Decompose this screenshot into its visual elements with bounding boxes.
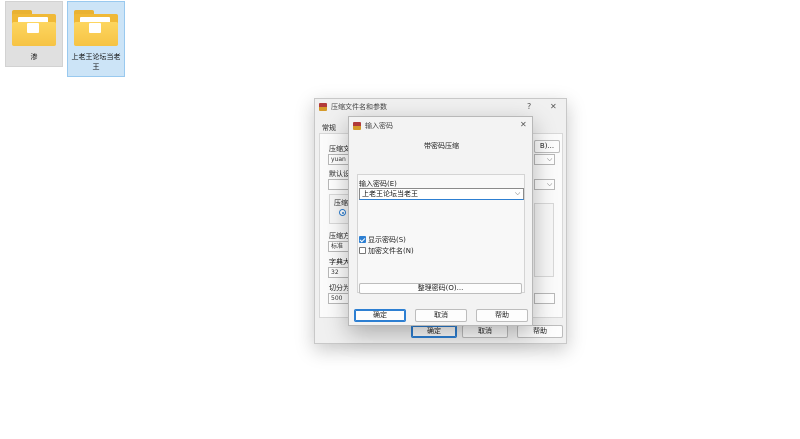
password-dialog-heading: 带密码压缩 — [424, 142, 459, 150]
password-input[interactable]: 上老王论坛当老王 — [359, 188, 524, 200]
format-label: 压缩 — [334, 199, 348, 207]
format-radio[interactable] — [339, 209, 346, 216]
archive-dialog-title: 压缩文件名和参数 — [331, 103, 387, 111]
password-dialog-titlebar: 输入密码 ✕ — [349, 117, 532, 133]
archive-name-label: 压缩文 — [329, 145, 350, 153]
profile-label: 默认设 — [329, 170, 350, 178]
enter-password-dialog: 输入密码 ✕ 带密码压缩 输入密码(E) 上老王论坛当老王 ⌵ 显示密码(S) … — [348, 116, 533, 326]
folder-icon — [72, 8, 120, 48]
browse-button[interactable]: B)... — [534, 140, 560, 153]
folder-icon — [10, 8, 58, 48]
options-group — [534, 203, 554, 277]
organize-passwords-button[interactable]: 整理密码(O)... — [359, 283, 522, 294]
winrar-app-icon — [319, 103, 327, 111]
tab-general[interactable]: 常规 — [322, 123, 336, 133]
archive-cancel-button[interactable]: 取消 — [462, 325, 508, 338]
password-dialog-title: 输入密码 — [365, 122, 393, 130]
close-icon[interactable]: ✕ — [550, 102, 557, 111]
show-password-label[interactable]: 显示密码(S) — [368, 235, 406, 245]
close-icon[interactable]: ✕ — [520, 120, 527, 129]
desktop-folder-icon-2[interactable]: 上老王论坛当老王 — [67, 1, 125, 77]
password-cancel-button[interactable]: 取消 — [415, 309, 467, 322]
method-label: 压缩方 — [329, 232, 350, 240]
chevron-down-icon[interactable]: ⌵ — [515, 189, 520, 198]
archive-dialog-titlebar: 压缩文件名和参数 ? ✕ — [315, 99, 566, 115]
desktop-icon-label: 渗 — [30, 53, 38, 61]
password-ok-button[interactable]: 确定 — [354, 309, 406, 322]
dictionary-label: 字典大 — [329, 258, 350, 266]
desktop-icon-label: 上老王论坛当老王 — [71, 53, 121, 71]
split-label: 切分为 — [329, 284, 350, 292]
chevron-down-icon: ⌵ — [547, 180, 553, 188]
help-icon[interactable]: ? — [527, 102, 531, 111]
winrar-app-icon — [353, 122, 361, 130]
archive-help-button[interactable]: 帮助 — [517, 325, 563, 338]
encrypt-filenames-label[interactable]: 加密文件名(N) — [368, 246, 414, 256]
encrypt-filenames-checkbox[interactable] — [359, 247, 366, 254]
password-help-button[interactable]: 帮助 — [476, 309, 528, 322]
show-password-checkbox[interactable] — [359, 236, 366, 243]
split-extra-field[interactable] — [534, 293, 555, 304]
desktop-folder-icon-1[interactable]: 渗 — [5, 1, 63, 67]
chevron-down-icon: ⌵ — [547, 155, 553, 163]
archive-ok-button[interactable]: 确定 — [411, 325, 457, 338]
